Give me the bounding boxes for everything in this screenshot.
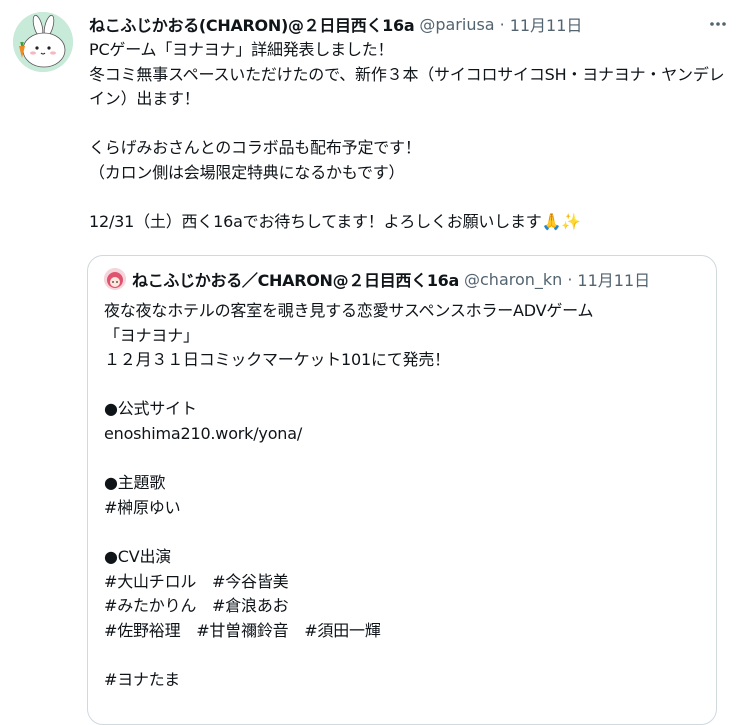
pink-hair-character-icon: [104, 268, 126, 290]
display-name[interactable]: ねこふじかおる(CHARON)@２日目西く16a: [89, 12, 415, 36]
quoted-tweet[interactable]: ねこふじかおる／CHARON@２日目西く16a @charon_kn · 11月…: [87, 255, 717, 725]
tweet-text: PCゲーム「ヨナヨナ」詳細発表しました！ 冬コミ無事スペースいただけたので、新作…: [89, 40, 725, 231]
quoted-user-handle[interactable]: @charon_kn: [464, 270, 562, 289]
quoted-tweet-header: ねこふじかおる／CHARON@２日目西く16a @charon_kn · 11月…: [104, 268, 650, 290]
quoted-display-name[interactable]: ねこふじかおる／CHARON@２日目西く16a: [132, 267, 459, 291]
tweet-date[interactable]: 11月11日: [510, 12, 583, 36]
quoted-tweet-date[interactable]: 11月11日: [577, 267, 650, 291]
quoted-tweet-text: 夜な夜なホテルの客室を覗き見する恋愛サスペンスホラーADVゲーム 「ヨナヨナ」 …: [104, 301, 594, 689]
tweet-header: ねこふじかおる(CHARON)@２日目西く16a @pariusa · 11月1…: [89, 12, 730, 36]
rabbit-mascot-icon: [13, 12, 73, 72]
more-button[interactable]: [706, 12, 730, 36]
quoted-avatar[interactable]: [104, 268, 126, 290]
more-horizontal-icon: [710, 22, 726, 26]
avatar[interactable]: [13, 12, 73, 72]
user-handle[interactable]: @pariusa: [419, 15, 494, 34]
separator-dot: ·: [499, 14, 505, 34]
quoted-separator-dot: ·: [567, 269, 573, 289]
